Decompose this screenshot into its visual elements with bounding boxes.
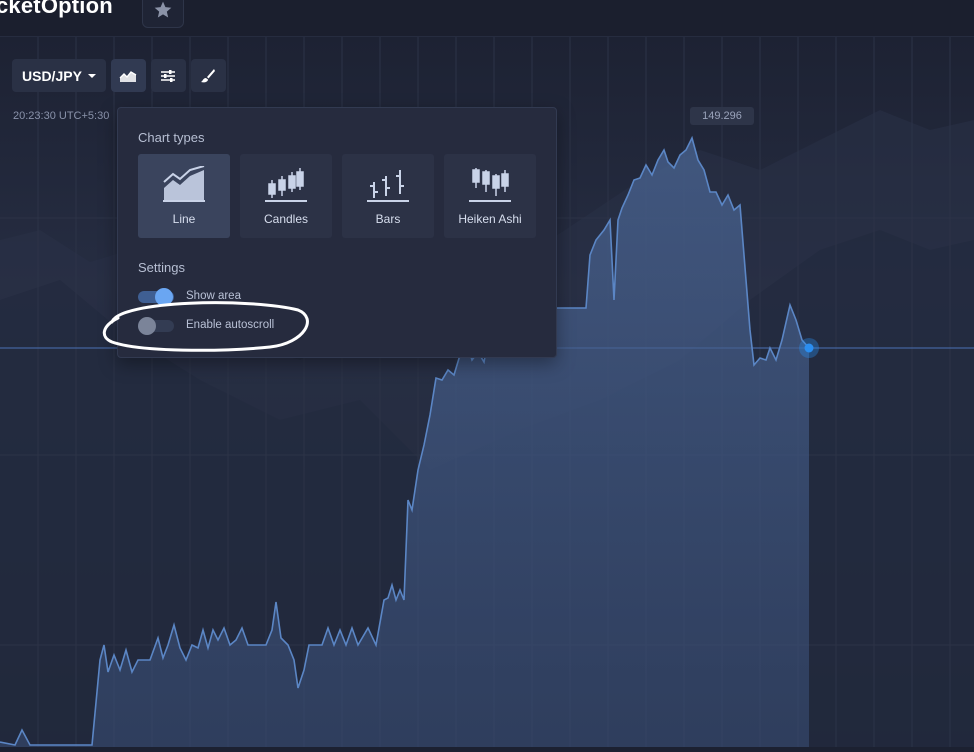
bars-icon: [367, 170, 409, 202]
asset-pair-selector[interactable]: USD/JPY: [12, 59, 106, 92]
line-chart-icon: [163, 166, 205, 202]
heiken-ashi-icon: [469, 168, 511, 202]
chart-type-button[interactable]: [110, 59, 146, 92]
brush-icon: [201, 68, 216, 82]
asset-pair-label: USD/JPY: [22, 67, 82, 84]
drawing-tools-button[interactable]: [190, 59, 226, 92]
favorites-button[interactable]: [142, 0, 184, 28]
chart-type-label: Bars: [375, 212, 401, 226]
caret-down-icon: [87, 73, 96, 78]
chart-types-title: Chart types: [138, 130, 205, 145]
area-chart-icon: [119, 70, 137, 82]
chart-type-bars[interactable]: Bars: [342, 154, 434, 238]
chart-toolbar: USD/JPY: [12, 59, 226, 92]
chart-type-label: Candles: [263, 212, 309, 226]
star-icon: [154, 1, 172, 18]
chart-timestamp: 20:23:30 UTC+5:30: [13, 110, 110, 122]
sliders-icon: [161, 69, 176, 82]
chart-settings-popup: Chart types Line Candles Bars Heiken Ash…: [117, 107, 557, 358]
enable-autoscroll-toggle[interactable]: [138, 317, 174, 335]
enable-autoscroll-label: Enable autoscroll: [186, 319, 275, 331]
chart-type-candles[interactable]: Candles: [240, 154, 332, 238]
chart-type-options: Line Candles Bars Heiken Ashi: [138, 154, 536, 238]
chart-type-heiken-ashi[interactable]: Heiken Ashi: [444, 154, 536, 238]
top-bar: cketOption: [0, 0, 974, 37]
indicators-button[interactable]: [150, 59, 186, 92]
show-area-toggle[interactable]: [138, 288, 174, 306]
autoscroll-setting: Enable autoscroll: [138, 315, 274, 335]
candles-icon: [265, 168, 307, 202]
chart-type-line[interactable]: Line: [138, 154, 230, 238]
show-area-setting: Show area: [138, 286, 241, 306]
price-label: 149.296: [690, 107, 754, 125]
brand-logo[interactable]: cketOption: [0, 0, 113, 19]
chart-type-label: Line: [172, 212, 196, 226]
chart-type-label: Heiken Ashi: [458, 212, 522, 226]
settings-title: Settings: [138, 260, 185, 275]
show-area-label: Show area: [186, 290, 241, 302]
